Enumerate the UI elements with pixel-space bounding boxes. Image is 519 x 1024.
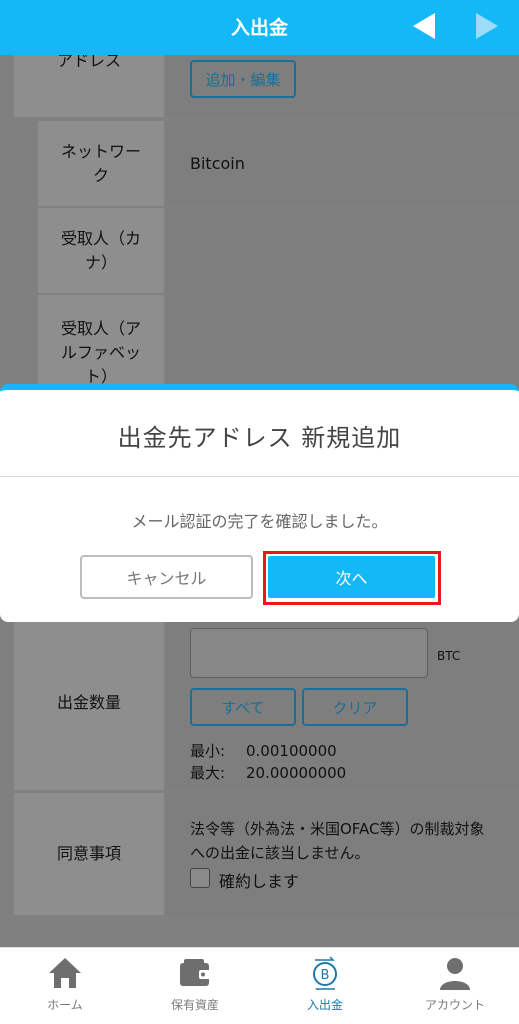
network-value-cell: Bitcoin bbox=[166, 121, 519, 206]
app-header: 入出金 bbox=[0, 0, 519, 55]
amount-label: 出金数量 bbox=[56, 692, 121, 712]
address-label: アドレス bbox=[56, 55, 121, 70]
recipient-kana-label: 受取人（カナ） bbox=[61, 228, 142, 272]
triangle-left-icon[interactable] bbox=[413, 13, 435, 39]
min-label: 最小: bbox=[190, 742, 226, 760]
tab-deposit-withdraw-label: 入出金 bbox=[306, 998, 343, 1012]
bottom-tab-bar: ホーム 保有資産 B 入出金 アカウント bbox=[0, 947, 519, 1024]
svg-text:B: B bbox=[321, 968, 330, 983]
max-value: 20.00000000 bbox=[246, 764, 347, 782]
amount-input[interactable] bbox=[190, 628, 428, 678]
amount-limits: 最小: 0.00100000 最大: 20.00000000 bbox=[190, 740, 346, 784]
consent-label-cell: 同意事項 bbox=[14, 793, 164, 915]
tab-assets[interactable]: 保有資産 bbox=[130, 948, 260, 1024]
address-row-label: アドレス bbox=[14, 55, 164, 117]
tab-home[interactable]: ホーム bbox=[0, 948, 130, 1024]
next-button[interactable]: 次へ bbox=[268, 556, 435, 598]
tab-assets-label: 保有資産 bbox=[170, 998, 219, 1012]
recipient-alpha-label: 受取人（アルファベット） bbox=[60, 319, 141, 386]
recipient-kana-label-cell: 受取人（カナ） bbox=[38, 208, 164, 293]
max-label: 最大: bbox=[190, 764, 226, 782]
network-label: ネットワーク bbox=[60, 141, 141, 185]
wallet-icon bbox=[180, 959, 211, 986]
confirm-checkbox-label: 確約します bbox=[219, 872, 300, 891]
clear-button[interactable]: クリア bbox=[302, 688, 408, 726]
user-icon bbox=[440, 958, 470, 990]
network-label-cell: ネットワーク bbox=[38, 121, 164, 206]
page-title: 入出金 bbox=[230, 17, 288, 39]
recipient-kana-value-cell bbox=[166, 208, 519, 293]
confirm-checkbox[interactable] bbox=[190, 868, 210, 888]
tab-home-label: ホーム bbox=[47, 998, 83, 1012]
network-value: Bitcoin bbox=[190, 154, 245, 173]
tab-account[interactable]: アカウント bbox=[390, 948, 519, 1024]
all-button[interactable]: すべて bbox=[190, 688, 296, 726]
add-address-modal: 出金先アドレス 新規追加 メール認証の完了を確認しました。 キャンセル 次へ bbox=[0, 384, 519, 622]
amount-unit: BTC bbox=[437, 649, 461, 663]
cancel-button[interactable]: キャンセル bbox=[80, 555, 253, 599]
consent-label: 同意事項 bbox=[56, 844, 121, 863]
modal-message: メール認証の完了を確認しました。 bbox=[131, 512, 388, 531]
bitcoin-transfer-icon: B bbox=[313, 956, 337, 990]
home-icon bbox=[49, 958, 81, 988]
consent-text: 法令等（外為法・米国OFAC等）の制裁対象への出金に該当しません。 bbox=[190, 820, 485, 862]
tab-deposit-withdraw[interactable]: B 入出金 bbox=[260, 948, 390, 1024]
min-value: 0.00100000 bbox=[246, 742, 337, 760]
triangle-right-icon[interactable] bbox=[476, 13, 498, 39]
amount-label-cell: 出金数量 bbox=[14, 615, 164, 790]
modal-title: 出金先アドレス 新規追加 bbox=[117, 424, 402, 452]
modal-divider bbox=[0, 476, 519, 477]
add-edit-button[interactable]: 追加・編集 bbox=[190, 60, 296, 98]
tab-account-label: アカウント bbox=[424, 998, 485, 1012]
